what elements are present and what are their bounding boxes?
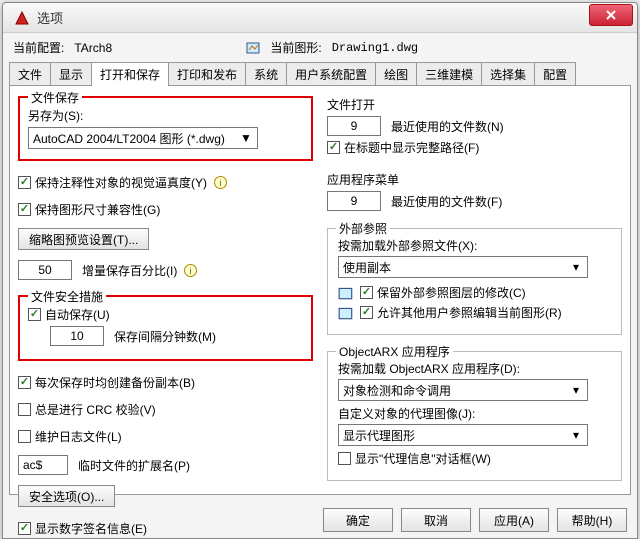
- titlebar: 选项: [3, 3, 637, 33]
- apply-button[interactable]: 应用(A): [479, 508, 549, 532]
- app-icon: [13, 9, 31, 27]
- file-save-group: 文件保存 另存为(S): AutoCAD 2004/LT2004 图形 (*.d…: [18, 96, 313, 161]
- tab-panel: 文件保存 另存为(S): AutoCAD 2004/LT2004 图形 (*.d…: [9, 85, 631, 495]
- drawing-icon: [246, 41, 262, 55]
- appmenu-recent-input[interactable]: 9: [327, 191, 381, 211]
- proxy-value: 显示代理图形: [343, 427, 415, 444]
- chk-annotative-label: 保持注释性对象的视觉逼真度(Y): [35, 174, 207, 191]
- arx-load-value: 对象检测和命令调用: [343, 382, 451, 399]
- file-open-group: 文件打开 9 最近使用的文件数(N) 在标题中显示完整路径(F): [327, 96, 622, 159]
- info-icon[interactable]: i: [183, 263, 197, 277]
- file-save-title: 文件保存: [28, 89, 82, 106]
- arx-load-dropdown[interactable]: 对象检测和命令调用 ▾: [338, 379, 588, 401]
- chk-autosave[interactable]: [28, 308, 41, 321]
- current-drawing-value: Drawing1.dwg: [332, 41, 452, 55]
- chk-log-label: 维护日志文件(L): [35, 428, 122, 445]
- tab-open-save[interactable]: 打开和保存: [91, 62, 169, 86]
- chk-allow-edit[interactable]: [360, 306, 373, 319]
- help-button[interactable]: 帮助(H): [557, 508, 627, 532]
- chk-fullpath[interactable]: [327, 141, 340, 154]
- chk-proxy-dialog[interactable]: [338, 452, 351, 465]
- tempext-input[interactable]: ac$: [18, 455, 68, 475]
- cancel-button[interactable]: 取消: [401, 508, 471, 532]
- tab-display[interactable]: 显示: [50, 62, 92, 86]
- svg-text:i: i: [189, 266, 191, 276]
- tab-strip: 文件 显示 打开和保存 打印和发布 系统 用户系统配置 绘图 三维建模 选择集 …: [3, 62, 637, 86]
- app-menu-group: 应用程序菜单 9 最近使用的文件数(F): [327, 171, 622, 214]
- autosave-interval-label: 保存间隔分钟数(M): [114, 328, 216, 345]
- security-options-button[interactable]: 安全选项(O)...: [18, 485, 115, 507]
- tab-print[interactable]: 打印和发布: [168, 62, 246, 86]
- xref-group: 外部参照 按需加载外部参照文件(X): 使用副本 ▾ 保留外部参照图层的修改(C…: [327, 228, 622, 335]
- info-icon[interactable]: i: [213, 176, 227, 190]
- chk-fullpath-label: 在标题中显示完整路径(F): [344, 139, 479, 156]
- appmenu-recent-label: 最近使用的文件数(F): [391, 193, 502, 210]
- dropdown-arrow-icon: ▾: [569, 383, 583, 397]
- xref-load-value: 使用副本: [343, 259, 391, 276]
- thumbnail-settings-button[interactable]: 缩略图预览设置(T)...: [18, 228, 149, 250]
- chk-allow-edit-label: 允许其他用户参照编辑当前图形(R): [377, 304, 562, 321]
- increment-save-input[interactable]: 50: [18, 260, 72, 280]
- tab-user[interactable]: 用户系统配置: [286, 62, 376, 86]
- tab-select[interactable]: 选择集: [481, 62, 535, 86]
- recent-files-label: 最近使用的文件数(N): [391, 118, 504, 135]
- increment-save-label: 增量保存百分比(I): [82, 262, 177, 279]
- chk-compat[interactable]: [18, 203, 31, 216]
- arx-load-label: 按需加载 ObjectARX 应用程序(D):: [338, 360, 611, 377]
- window-title: 选项: [37, 8, 589, 27]
- tab-draw[interactable]: 绘图: [375, 62, 417, 86]
- chk-log[interactable]: [18, 430, 31, 443]
- chk-autosave-label: 自动保存(U): [45, 306, 110, 323]
- save-as-dropdown[interactable]: AutoCAD 2004/LT2004 图形 (*.dwg) ▼: [28, 127, 258, 149]
- proxy-label: 自定义对象的代理图像(J):: [338, 405, 611, 422]
- dropdown-arrow-icon: ▾: [569, 260, 583, 274]
- xref-load-label: 按需加载外部参照文件(X):: [338, 237, 611, 254]
- safety-title: 文件安全措施: [28, 288, 106, 305]
- config-row: 当前配置: TArch8 当前图形: Drawing1.dwg: [3, 33, 637, 62]
- autosave-interval-input[interactable]: 10: [50, 326, 104, 346]
- chk-crc-label: 总是进行 CRC 校验(V): [35, 401, 156, 418]
- svg-text:i: i: [219, 178, 221, 188]
- tab-system[interactable]: 系统: [245, 62, 287, 86]
- xref-load-dropdown[interactable]: 使用副本 ▾: [338, 256, 588, 278]
- recent-files-input[interactable]: 9: [327, 116, 381, 136]
- left-column: 文件保存 另存为(S): AutoCAD 2004/LT2004 图形 (*.d…: [18, 96, 313, 486]
- chk-sig-label: 显示数字签名信息(E): [35, 520, 147, 537]
- chk-annotative[interactable]: [18, 176, 31, 189]
- close-button[interactable]: [589, 4, 633, 26]
- chk-proxy-dialog-label: 显示"代理信息"对话框(W): [355, 450, 491, 467]
- objectarx-title: ObjectARX 应用程序: [336, 343, 453, 360]
- tab-profile[interactable]: 配置: [534, 62, 576, 86]
- tempext-label: 临时文件的扩展名(P): [78, 457, 190, 474]
- current-config-value: TArch8: [74, 41, 194, 55]
- chk-sig[interactable]: [18, 522, 31, 535]
- chk-crc[interactable]: [18, 403, 31, 416]
- save-as-label: 另存为(S):: [28, 107, 83, 124]
- file-open-title: 文件打开: [327, 96, 622, 113]
- chk-retain-layers-label: 保留外部参照图层的修改(C): [377, 284, 526, 301]
- current-drawing-label: 当前图形:: [270, 39, 321, 56]
- dropdown-arrow-icon: ▾: [569, 428, 583, 442]
- chk-retain-layers[interactable]: [360, 286, 373, 299]
- ok-button[interactable]: 确定: [323, 508, 393, 532]
- chk-backup[interactable]: [18, 376, 31, 389]
- dropdown-arrow-icon: ▼: [239, 131, 253, 145]
- app-menu-title: 应用程序菜单: [327, 171, 622, 188]
- save-as-value: AutoCAD 2004/LT2004 图形 (*.dwg): [33, 130, 225, 147]
- safety-group: 文件安全措施 自动保存(U) 10 保存间隔分钟数(M): [18, 295, 313, 361]
- tab-file[interactable]: 文件: [9, 62, 51, 86]
- drawing-icon: [338, 285, 354, 301]
- chk-compat-label: 保持图形尺寸兼容性(G): [35, 201, 160, 218]
- drawing-icon: [338, 305, 354, 321]
- xref-title: 外部参照: [336, 220, 390, 237]
- proxy-dropdown[interactable]: 显示代理图形 ▾: [338, 424, 588, 446]
- chk-backup-label: 每次保存时均创建备份副本(B): [35, 374, 195, 391]
- objectarx-group: ObjectARX 应用程序 按需加载 ObjectARX 应用程序(D): 对…: [327, 351, 622, 481]
- tab-3d[interactable]: 三维建模: [416, 62, 482, 86]
- close-icon: [605, 9, 617, 21]
- current-config-label: 当前配置:: [13, 39, 64, 56]
- right-column: 文件打开 9 最近使用的文件数(N) 在标题中显示完整路径(F) 应用程序菜单 …: [327, 96, 622, 486]
